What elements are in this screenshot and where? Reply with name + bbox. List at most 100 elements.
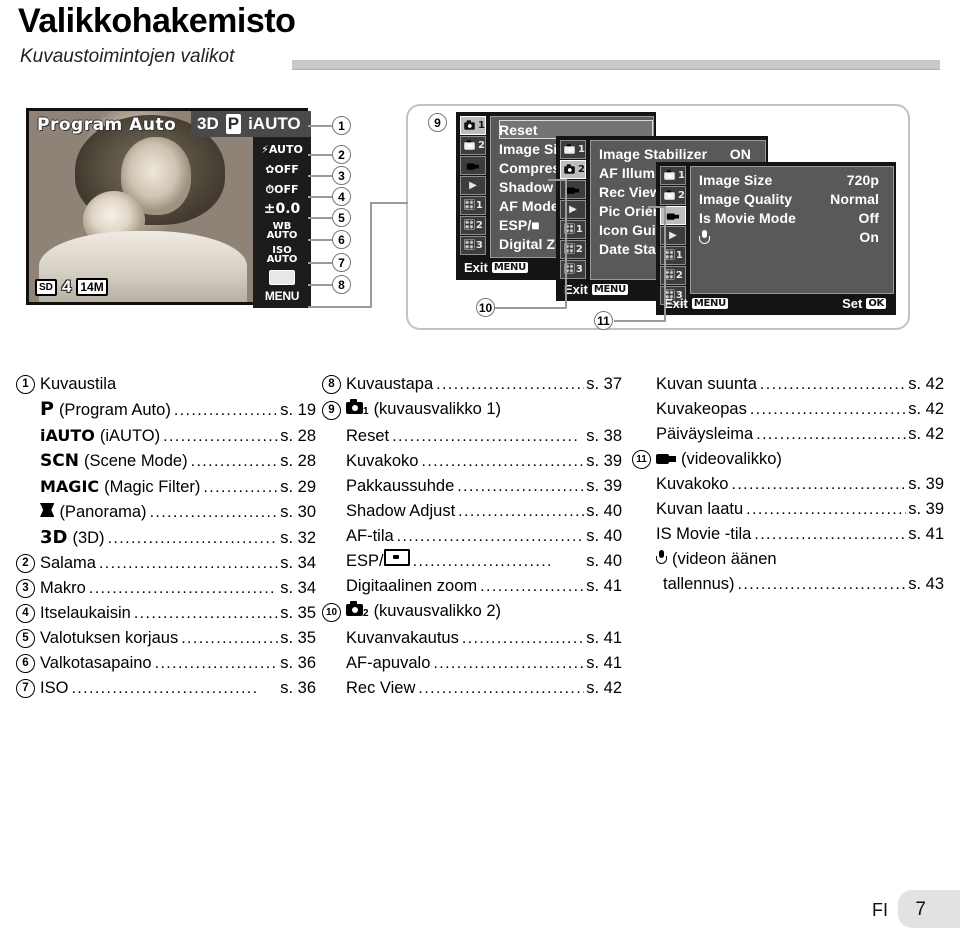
iso-icon[interactable]: ISO AUTO [267, 243, 298, 267]
index-dots: ................................ [754, 526, 907, 543]
index-entry[interactable]: MAGIC (Magic Filter) ...................… [16, 474, 316, 500]
index-entry[interactable]: Kuvan laatu ............................… [632, 497, 944, 522]
index-label: Makro [40, 579, 86, 597]
menu-set-3[interactable]: Set OK [842, 296, 886, 311]
index-number: 7 [16, 679, 35, 698]
macro-flower-icon[interactable]: ✿ OFF [265, 159, 299, 179]
camera-2-tab[interactable]: 2 [560, 160, 586, 179]
index-dots: ................................ [457, 478, 584, 495]
camera-index-1: 1 [363, 406, 369, 417]
index-entry[interactable]: Päiväysleima ...........................… [632, 422, 944, 447]
index-entry[interactable]: Reset ................................ s… [322, 424, 622, 449]
leader-line-10-v [565, 179, 567, 309]
index-dots: ................................ [149, 504, 279, 521]
index-entry[interactable]: 5 Valotuksen korjaus ...................… [16, 626, 316, 651]
callout-6: 6 [332, 230, 351, 249]
menu-item-movie-sound[interactable]: On [699, 227, 893, 246]
menu-item-movie-image-quality[interactable]: Image Quality Normal [699, 189, 893, 208]
menu-item-image-stabilizer[interactable]: Image Stabilizer ON [599, 144, 765, 163]
lcd-mode-dial-bar[interactable]: 3D P iAUTO [191, 111, 311, 137]
index-entry[interactable]: Kuvanvakautus ..........................… [322, 626, 622, 651]
index-entry[interactable]: SCN (Scene Mode) .......................… [16, 449, 316, 474]
index-entry[interactable]: 2 Salama ...............................… [16, 551, 316, 576]
camera-2-tab[interactable]: 2 [460, 136, 486, 155]
camera-1-tab[interactable]: 1 [660, 166, 686, 185]
index-page: s. 34 [280, 554, 316, 572]
white-balance-icon[interactable]: WB AUTO [267, 219, 298, 243]
menu-item-movie-image-size[interactable]: Image Size 720p [699, 170, 893, 189]
index-entry[interactable]: (videon äänen [632, 547, 944, 572]
leader-line-3 [308, 175, 332, 177]
flash-icon[interactable]: ⚡ AUTO [261, 139, 303, 159]
index-entry[interactable]: tallennus) .............................… [632, 572, 944, 597]
index-entry[interactable]: (Panorama) .............................… [16, 500, 316, 525]
index-dots: ................................ [396, 528, 584, 545]
index-page: s. 40 [586, 502, 622, 520]
camera-1-tab[interactable]: 1 [460, 116, 486, 135]
index-entry[interactable]: P (Program Auto) .......................… [16, 397, 316, 423]
movie-tab[interactable] [560, 180, 586, 199]
self-timer-icon[interactable]: ⏱ OFF [266, 179, 299, 199]
playback-tab[interactable]: ▶ [460, 176, 486, 195]
mode-p-label[interactable]: P [225, 114, 242, 134]
index-label: AF-tila [346, 527, 394, 545]
mode-scn-glyph: SCN [40, 451, 79, 471]
settings-1-tab[interactable]: 🎛 1 [460, 196, 486, 215]
index-label: Kuvaustila [40, 375, 117, 393]
index-entry[interactable]: Kuvakoko ...............................… [322, 449, 622, 474]
menu-tabs-1[interactable]: 1 2 ▶ 🎛 1 🎛 2 🎛 3 [460, 116, 488, 256]
index-entry[interactable]: IS Movie -tila .........................… [632, 522, 944, 547]
index-entry[interactable]: AF-apuvalo .............................… [322, 651, 622, 676]
index-entry[interactable]: 3 Makro ................................… [16, 576, 316, 601]
index-entry[interactable]: 10 2 (kuvausvalikko 2) [322, 599, 622, 626]
menu-item-is-movie-mode[interactable]: Is Movie Mode Off [699, 208, 893, 227]
index-number [16, 503, 35, 522]
index-number [322, 679, 341, 698]
lcd-menu-label[interactable]: MENU [265, 289, 299, 303]
index-entry[interactable]: 1 Kuvaustila [16, 372, 316, 397]
mode-3d-label[interactable]: 3D [197, 114, 219, 134]
single-frame-icon[interactable] [269, 267, 295, 287]
leader-line-menu-h [370, 202, 408, 204]
playback-tab[interactable]: ▶ [560, 200, 586, 219]
settings-2-tab[interactable]: 🎛 2 [460, 216, 486, 235]
index-entry[interactable]: Rec View ...............................… [322, 676, 622, 701]
settings-1-tab[interactable]: 🎛 1 [560, 220, 586, 239]
index-entry[interactable]: ESP/ ........................ s. 40 [322, 549, 622, 574]
index-entry[interactable]: Shadow Adjust ..........................… [322, 499, 622, 524]
menu-exit-2[interactable]: Exit MENU [564, 282, 628, 297]
index-page: s. 38 [586, 427, 622, 445]
mode-3d-glyph: 3D [40, 527, 68, 548]
mode-iauto-label[interactable]: iAUTO [248, 114, 301, 134]
index-page: s. 34 [280, 579, 316, 597]
camera-2-tab[interactable]: 2 [660, 186, 686, 205]
index-dots: ................................ [433, 655, 585, 672]
camera-1-tab[interactable]: 1 [560, 140, 586, 159]
index-entry[interactable]: 8 Kuvaustapa ...........................… [322, 372, 622, 397]
index-entry[interactable]: 11 (videovalikko) [632, 447, 944, 472]
menu-exit-3[interactable]: Exit MENU [664, 296, 728, 311]
index-entry[interactable]: AF-tila ................................… [322, 524, 622, 549]
exposure-comp-icon[interactable]: ±0.0 [264, 199, 301, 219]
index-entry[interactable]: 9 1 (kuvausvalikko 1) [322, 397, 622, 424]
index-entry[interactable]: 7 ISO ................................ s… [16, 676, 316, 701]
menu-exit-1[interactable]: Exit MENU [464, 260, 528, 275]
index-entry[interactable]: Kuvakoko ...............................… [632, 472, 944, 497]
index-entry[interactable]: Pakkaussuhde ...........................… [322, 474, 622, 499]
movie-tab[interactable] [460, 156, 486, 175]
movie-icon [656, 452, 676, 464]
menu-panel-movie[interactable]: 1 2 ▶ 🎛 1 🎛 2 🎛 3 Image Size 720p Image Qua… [656, 162, 896, 315]
settings-3-tab[interactable]: 🎛 3 [560, 260, 586, 279]
index-entry[interactable]: Kuvan suunta ...........................… [632, 372, 944, 397]
index-entry[interactable]: 3D (3D) ................................… [16, 525, 316, 551]
settings-2-tab[interactable]: 🎛 2 [560, 240, 586, 259]
index-entry[interactable]: iAUTO (iAUTO) ..........................… [16, 423, 316, 449]
index-entry[interactable]: Digitaalinen zoom ......................… [322, 574, 622, 599]
index-dots: ................................ [458, 503, 584, 520]
index-entry[interactable]: Kuvakeopas .............................… [632, 397, 944, 422]
index-entry[interactable]: 6 Valkotasapaino .......................… [16, 651, 316, 676]
lcd-status-row: SD 4 14M [35, 277, 108, 297]
settings-3-tab[interactable]: 🎛 3 [460, 236, 486, 255]
index-dots: ................................ [392, 428, 580, 445]
index-entry[interactable]: 4 Itselaukaisin ........................… [16, 601, 316, 626]
